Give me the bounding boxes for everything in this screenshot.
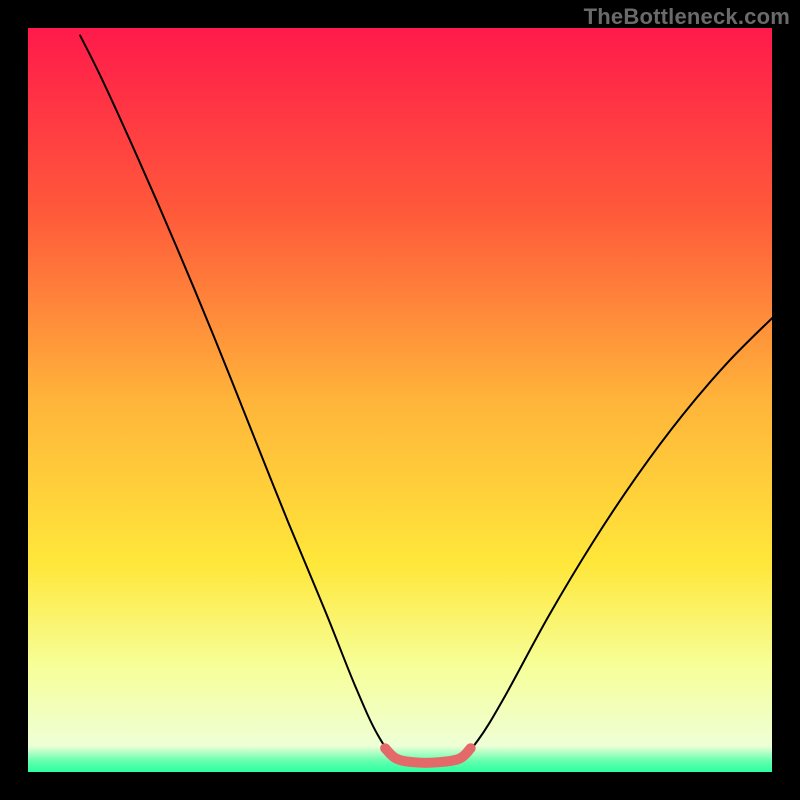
chart-plot-area — [28, 28, 772, 772]
watermark-label: TheBottleneck.com — [584, 4, 790, 30]
chart-frame: TheBottleneck.com — [0, 0, 800, 800]
chart-background — [28, 28, 772, 772]
chart-svg — [28, 28, 772, 772]
